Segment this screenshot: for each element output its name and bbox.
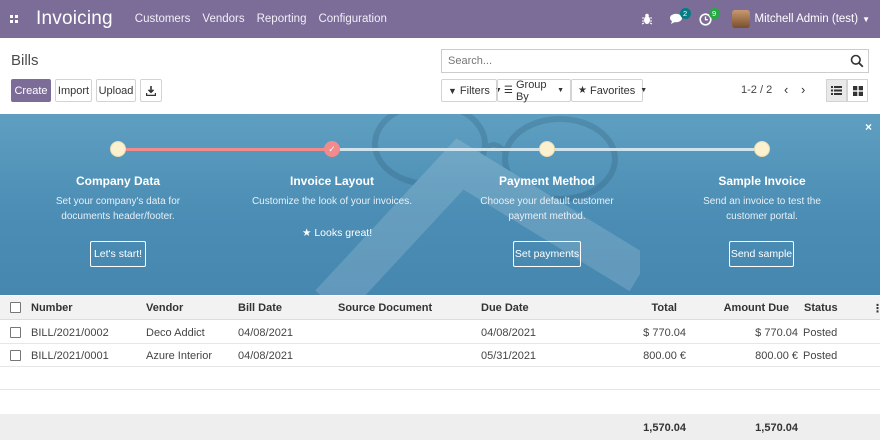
step-description-line1: Customize the look of your invoices. (251, 196, 413, 207)
kanban-view-button[interactable] (847, 79, 868, 102)
column-vendor[interactable]: Vendor (146, 302, 183, 314)
pager-previous-icon[interactable]: ‹ (784, 82, 788, 97)
send-sample-button[interactable]: Send sample (729, 241, 794, 267)
cell-total: 800.00 € (643, 350, 686, 362)
import-button[interactable]: Import (55, 79, 92, 102)
close-banner-icon[interactable]: × (865, 120, 872, 134)
download-button[interactable] (140, 79, 162, 102)
column-status[interactable]: Status (804, 302, 838, 314)
kanban-view-icon (852, 85, 863, 96)
step-title: Company Data (75, 174, 161, 188)
cell-due-date: 05/31/2021 (481, 350, 537, 362)
cell-amount-due: 800.00 € (755, 350, 798, 362)
empty-row (0, 390, 880, 413)
pager-value[interactable]: 1-2 / 2 (741, 84, 772, 96)
activities-clock-icon[interactable]: 9 (698, 7, 720, 26)
cell-number: BILL/2021/0002 (31, 327, 109, 339)
list-view-button[interactable] (826, 79, 847, 102)
step-dot-company-data (110, 141, 126, 157)
cell-status: Posted (803, 350, 838, 362)
create-button[interactable]: Create (11, 79, 51, 102)
column-due-date[interactable]: Due Date (481, 302, 529, 314)
filters-dropdown[interactable]: ▼ Filters ▼ (441, 79, 502, 102)
step-dot-payment-method (539, 141, 555, 157)
progress-line-done (118, 148, 332, 151)
row-checkbox[interactable] (10, 350, 21, 361)
pager-next-icon[interactable]: › (801, 82, 805, 97)
step-invoice-layout: Invoice Layout Customize the look of you… (232, 174, 432, 209)
step-payment-method: Payment Method Choose your default custo… (447, 174, 647, 224)
messages-count-badge: 2 (679, 8, 691, 19)
cell-number: BILL/2021/0001 (31, 350, 109, 362)
column-amount-due[interactable]: Amount Due (700, 302, 789, 314)
column-bill-date[interactable]: Bill Date (238, 302, 282, 314)
activities-count-badge: 9 (708, 7, 720, 19)
cell-bill-date: 04/08/2021 (238, 350, 294, 362)
app-title[interactable]: Invoicing (36, 8, 113, 30)
cell-status: Posted (803, 327, 838, 339)
step-description-line1: Set your company's data for (55, 196, 181, 207)
step-dot-invoice-layout-checked: ✓ (324, 141, 340, 157)
upload-button[interactable]: Upload (96, 79, 136, 102)
download-icon (146, 85, 156, 96)
step-title: Payment Method (498, 174, 595, 188)
filter-funnel-icon: ▼ (448, 85, 457, 96)
user-menu-caret-icon[interactable]: ▼ (862, 15, 870, 24)
row-checkbox[interactable] (10, 327, 21, 338)
menu-configuration[interactable]: Configuration (318, 13, 386, 25)
messages-icon[interactable]: 2 (669, 8, 691, 25)
debug-bug-icon[interactable] (641, 13, 653, 25)
optional-columns-kebab-icon[interactable]: ⋮ (872, 302, 880, 315)
empty-row (0, 367, 880, 390)
step-description-line2: payment method. (508, 211, 586, 222)
lets-start-button[interactable]: Let's start! (90, 241, 146, 267)
star-icon: ★ (302, 227, 312, 239)
menu-customers[interactable]: Customers (135, 13, 191, 25)
list-view-icon (831, 86, 842, 95)
column-source-document[interactable]: Source Document (338, 302, 432, 314)
favorites-caret-icon: ▼ (640, 87, 648, 94)
footer-amount-due: 1,570.04 (755, 422, 798, 434)
group-by-bars-icon: ☰ (504, 85, 513, 96)
top-navbar: Invoicing Customers Vendors Reporting Co… (0, 0, 880, 38)
cell-bill-date: 04/08/2021 (238, 327, 294, 339)
cell-vendor: Azure Interior (146, 350, 213, 362)
step-description-line1: Choose your default customer (480, 196, 614, 207)
apps-menu-icon[interactable] (2, 0, 26, 38)
select-all-checkbox[interactable] (10, 302, 21, 313)
step-title: Invoice Layout (289, 174, 375, 188)
filters-label: Filters (459, 84, 490, 97)
search-bar (441, 49, 869, 73)
group-by-caret-icon: ▼ (557, 87, 564, 94)
step-sample-invoice: Sample Invoice Send an invoice to test t… (662, 174, 862, 224)
step-description-line2: documents header/footer. (61, 211, 175, 222)
user-name[interactable]: Mitchell Admin (test) (755, 13, 859, 25)
favorites-dropdown[interactable]: ★ Favorites ▼ (571, 79, 647, 102)
column-total[interactable]: Total (600, 302, 677, 314)
menu-reporting[interactable]: Reporting (257, 13, 307, 25)
set-payments-button[interactable]: Set payments (513, 241, 581, 267)
footer-total: 1,570.04 (643, 422, 686, 434)
search-input[interactable] (442, 55, 842, 67)
step-description-line1: Send an invoice to test the (703, 196, 821, 207)
step-dot-sample-invoice (754, 141, 770, 157)
group-by-label: Group By (515, 78, 547, 103)
user-avatar[interactable] (731, 10, 750, 28)
cell-vendor: Deco Addict (146, 327, 205, 339)
column-number[interactable]: Number (31, 302, 73, 314)
favorites-star-icon: ★ (578, 85, 587, 96)
favorites-label: Favorites (589, 84, 636, 97)
cell-total: $ 770.04 (643, 327, 686, 339)
step-title: Sample Invoice (718, 174, 806, 188)
looks-great-status: ★ Looks great! (302, 227, 372, 239)
cell-due-date: 04/08/2021 (481, 327, 537, 339)
looks-great-label: Looks great! (314, 227, 373, 239)
group-by-dropdown[interactable]: ☰ Group By ▼ (497, 78, 571, 103)
search-icon[interactable] (850, 54, 864, 68)
cell-amount-due: $ 770.04 (755, 327, 798, 339)
menu-vendors[interactable]: Vendors (202, 13, 244, 25)
breadcrumb: Bills (11, 52, 39, 69)
step-company-data: Company Data Set your company's data for… (18, 174, 218, 224)
step-description-line2: customer portal. (726, 211, 798, 222)
